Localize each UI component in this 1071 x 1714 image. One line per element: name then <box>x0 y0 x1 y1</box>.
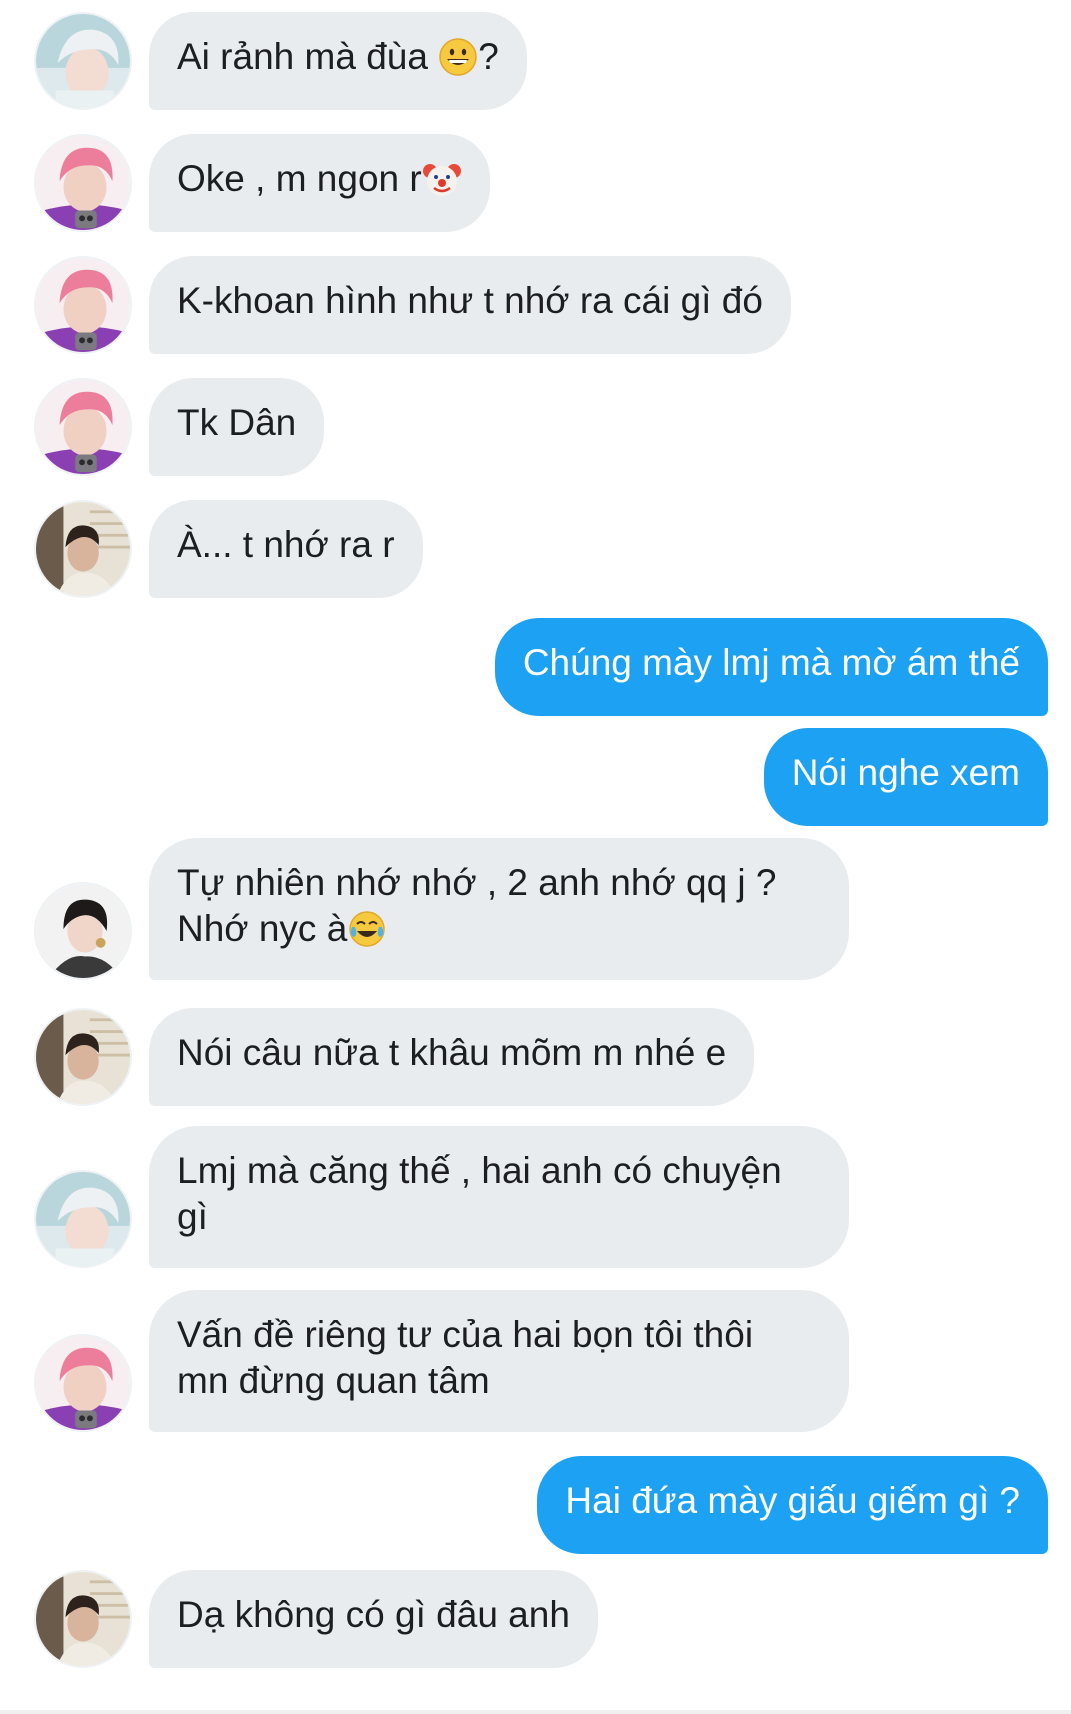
message-line-2: gì <box>177 1196 208 1237</box>
message-text: Dạ không có gì đâu anh <box>177 1594 570 1635</box>
message-row: Dạ không có gì đâu anh <box>0 1566 1071 1668</box>
message-line-1: Tự nhiên nhớ nhớ , 2 anh nhớ qq j ? <box>177 862 777 903</box>
message-row: Nói nghe xem <box>0 728 1071 826</box>
dark-hair-avatar[interactable] <box>34 882 132 980</box>
silver-hair-avatar[interactable] <box>34 12 132 110</box>
message-row: K-khoan hình như t nhớ ra cái gì đó <box>0 252 1071 354</box>
message-suffix: ? <box>478 36 499 77</box>
incoming-message-bubble[interactable]: Dạ không có gì đâu anh <box>149 1570 598 1668</box>
message-row: Ai rảnh mà đùa ? <box>0 8 1071 110</box>
outgoing-message-bubble[interactable]: Nói nghe xem <box>763 728 1048 826</box>
message-text: Hai đứa mày giấu giếm gì ? <box>565 1480 1020 1521</box>
message-text: Nhớ nyc à <box>177 908 348 949</box>
pink-hair-avatar[interactable] <box>34 378 132 476</box>
message-text: K-khoan hình như t nhớ ra cái gì đó <box>177 280 763 321</box>
chat-thread[interactable]: Ai rảnh mà đùa ? Oke , m ngon r K-khoan … <box>0 0 1071 1714</box>
pink-hair-avatar[interactable] <box>34 256 132 354</box>
incoming-message-bubble[interactable]: Tự nhiên nhớ nhớ , 2 anh nhớ qq j ? Nhớ … <box>149 838 849 980</box>
message-text: Tk Dân <box>177 402 297 443</box>
incoming-message-bubble[interactable]: Vấn đề riêng tư của hai bọn tôi thôi mn … <box>149 1290 849 1432</box>
grinning-face-emoji <box>438 37 478 77</box>
message-text: Oke , m ngon r <box>177 158 422 199</box>
message-line-1: Lmj mà căng thế , hai anh có chuyện <box>177 1150 782 1191</box>
message-line-2: mn đừng quan tâm <box>177 1360 490 1401</box>
incoming-message-bubble[interactable]: Oke , m ngon r <box>149 134 490 232</box>
dark-hair-window-avatar[interactable] <box>34 1008 132 1106</box>
message-line-1: Vấn đề riêng tư của hai bọn tôi thôi <box>177 1314 754 1355</box>
message-row: Tự nhiên nhớ nhớ , 2 anh nhớ qq j ? Nhớ … <box>0 838 1071 980</box>
message-row: Tk Dân <box>0 374 1071 476</box>
message-row: À... t nhớ ra r <box>0 496 1071 598</box>
pink-hair-avatar[interactable] <box>34 134 132 232</box>
outgoing-message-bubble[interactable]: Chúng mày lmj mà mờ ám thế <box>494 618 1048 716</box>
message-row: Lmj mà căng thế , hai anh có chuyện gì <box>0 1126 1071 1268</box>
message-text: Nói câu nữa t khâu mõm m nhé e <box>177 1032 727 1073</box>
message-row: Nói câu nữa t khâu mõm m nhé e <box>0 1004 1071 1106</box>
message-row: Vấn đề riêng tư của hai bọn tôi thôi mn … <box>0 1290 1071 1432</box>
message-row: Hai đứa mày giấu giếm gì ? <box>0 1456 1071 1554</box>
tears-of-joy-emoji <box>347 909 387 949</box>
silver-hair-avatar[interactable] <box>34 1170 132 1268</box>
dark-hair-window-avatar[interactable] <box>34 500 132 598</box>
message-text: Ai rảnh mà đùa <box>177 36 439 77</box>
incoming-message-bubble[interactable]: Lmj mà căng thế , hai anh có chuyện gì <box>149 1126 849 1268</box>
divider <box>0 1710 1071 1714</box>
incoming-message-bubble[interactable]: Nói câu nữa t khâu mõm m nhé e <box>149 1008 755 1106</box>
message-text: Chúng mày lmj mà mờ ám thế <box>522 642 1020 683</box>
message-line-2: Nhớ nyc à <box>177 906 821 952</box>
incoming-message-bubble[interactable]: K-khoan hình như t nhớ ra cái gì đó <box>149 256 791 354</box>
dark-hair-window-avatar[interactable] <box>34 1570 132 1668</box>
incoming-message-bubble[interactable]: À... t nhớ ra r <box>149 500 423 598</box>
clown-face-emoji <box>422 159 462 199</box>
message-row: Oke , m ngon r <box>0 130 1071 232</box>
message-text: Nói nghe xem <box>791 752 1020 793</box>
pink-hair-avatar[interactable] <box>34 1334 132 1432</box>
incoming-message-bubble[interactable]: Tk Dân <box>149 378 325 476</box>
outgoing-message-bubble[interactable]: Hai đứa mày giấu giếm gì ? <box>537 1456 1048 1554</box>
message-row: Chúng mày lmj mà mờ ám thế <box>0 618 1071 716</box>
message-text: À... t nhớ ra r <box>177 524 395 565</box>
incoming-message-bubble[interactable]: Ai rảnh mà đùa ? <box>149 12 527 110</box>
